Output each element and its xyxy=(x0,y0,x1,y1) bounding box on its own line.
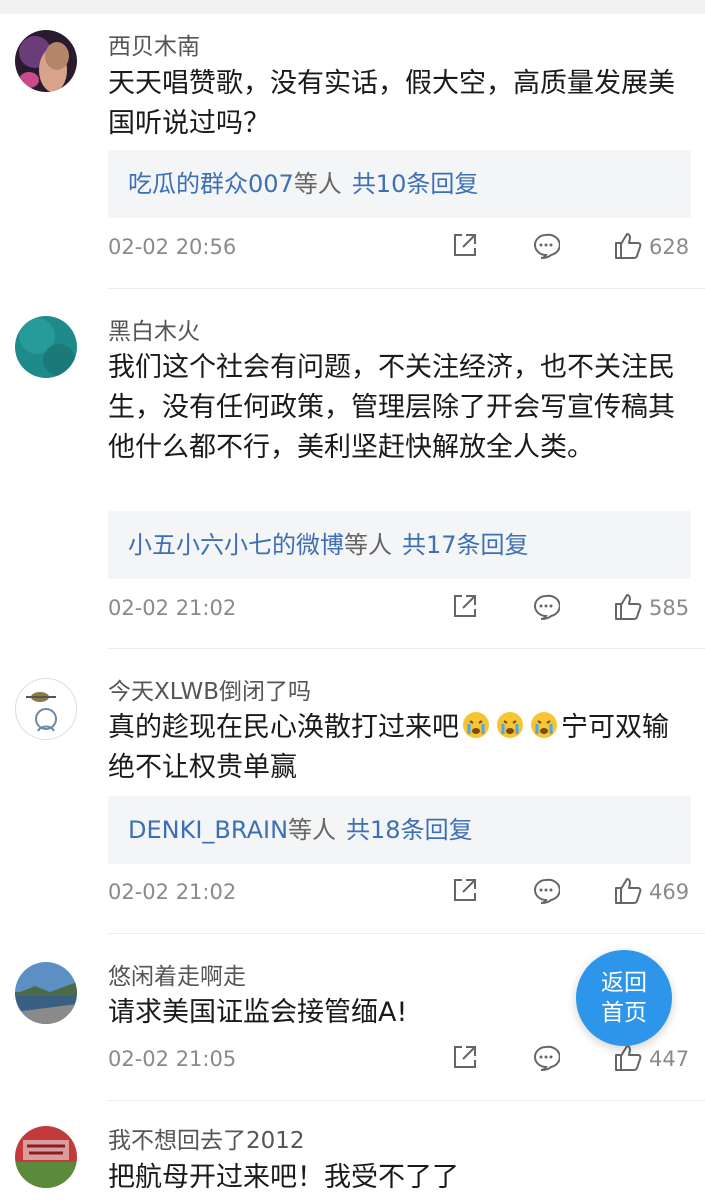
share-icon[interactable] xyxy=(452,1044,478,1070)
crying-face-emoji xyxy=(531,712,557,738)
timestamp: 02-02 21:02 xyxy=(108,596,237,620)
timestamp: 02-02 20:56 xyxy=(108,235,237,259)
reply-summary[interactable]: 吃瓜的群众007等人 共10条回复 xyxy=(108,150,691,218)
comment-text-part: 真的趁现在民心涣散打过来吧 xyxy=(108,712,459,743)
thumbs-up-icon[interactable] xyxy=(613,231,643,261)
reply-suffix: 等人 xyxy=(344,531,392,559)
thumbs-up-icon[interactable] xyxy=(613,592,643,622)
comment-text: 真的趁现在民心涣散打过来吧 宁可双输绝不让权贵单赢 xyxy=(108,708,678,788)
thumbs-up-icon[interactable] xyxy=(613,1043,643,1073)
divider xyxy=(108,288,705,289)
share-icon[interactable] xyxy=(452,877,478,903)
reply-suffix: 等人 xyxy=(293,170,342,198)
top-bar xyxy=(0,0,705,14)
thumbs-up-icon[interactable] xyxy=(613,876,643,906)
username[interactable]: 我不想回去了2012 xyxy=(108,1127,305,1155)
avatar[interactable] xyxy=(15,1126,77,1188)
back-to-home-label-line1: 返回 xyxy=(601,970,647,996)
comment-icon[interactable] xyxy=(532,593,560,621)
crying-face-emoji xyxy=(463,712,489,738)
comment-meta: 02-02 20:56 628 xyxy=(108,232,691,262)
reply-summary[interactable]: DENKI_BRAIN等人 共18条回复 xyxy=(108,796,691,864)
divider xyxy=(108,1100,705,1101)
reply-usernames[interactable]: DENKI_BRAIN xyxy=(128,816,288,844)
comment-meta: 02-02 21:05 447 xyxy=(108,1044,691,1074)
comment-meta: 02-02 21:02 585 xyxy=(108,593,691,623)
reply-usernames[interactable]: 小五小六小七的微博 xyxy=(128,531,344,559)
divider xyxy=(108,933,705,934)
username[interactable]: 今天XLWB倒闭了吗 xyxy=(108,678,311,706)
like-count: 447 xyxy=(649,1047,690,1071)
comment-text: 把航母开过来吧！我受不了了 xyxy=(108,1162,459,1193)
share-icon[interactable] xyxy=(452,232,478,258)
reply-summary[interactable]: 小五小六小七的微博等人 共17条回复 xyxy=(108,511,691,579)
reply-suffix: 等人 xyxy=(288,816,337,844)
share-icon[interactable] xyxy=(452,593,478,619)
username[interactable]: 黑白木火 xyxy=(108,318,200,346)
avatar[interactable] xyxy=(15,30,77,92)
reply-count-link[interactable]: 共17条回复 xyxy=(402,531,529,559)
back-to-home-button[interactable]: 返回 首页 xyxy=(576,950,672,1046)
comment-text: 天天唱赞歌，没有实话，假大空，高质量发展美国听说过吗？ xyxy=(108,68,675,139)
avatar[interactable] xyxy=(15,962,77,1024)
username[interactable]: 悠闲着走啊走 xyxy=(108,963,246,991)
avatar[interactable] xyxy=(15,316,77,378)
crying-face-emoji xyxy=(497,712,523,738)
like-count: 585 xyxy=(649,596,690,620)
comment-icon[interactable] xyxy=(532,232,560,260)
back-to-home-label-line2: 首页 xyxy=(601,1000,647,1026)
divider xyxy=(108,648,705,649)
timestamp: 02-02 21:02 xyxy=(108,880,237,904)
timestamp: 02-02 21:05 xyxy=(108,1047,237,1071)
avatar[interactable] xyxy=(15,678,77,740)
reply-usernames[interactable]: 吃瓜的群众007 xyxy=(128,170,294,198)
comment-icon[interactable] xyxy=(532,877,560,905)
reply-count-link[interactable]: 共10条回复 xyxy=(352,170,479,198)
comment-icon[interactable] xyxy=(532,1044,560,1072)
comment-text: 我们这个社会有问题，不关注经济，也不关注民生，没有任何政策，管理层除了开会写宣传… xyxy=(108,352,675,463)
username[interactable]: 西贝木南 xyxy=(108,33,200,61)
comment-meta: 02-02 21:02 469 xyxy=(108,877,691,907)
like-count: 469 xyxy=(649,880,690,904)
reply-count-link[interactable]: 共18条回复 xyxy=(346,816,473,844)
like-count: 628 xyxy=(649,235,690,259)
